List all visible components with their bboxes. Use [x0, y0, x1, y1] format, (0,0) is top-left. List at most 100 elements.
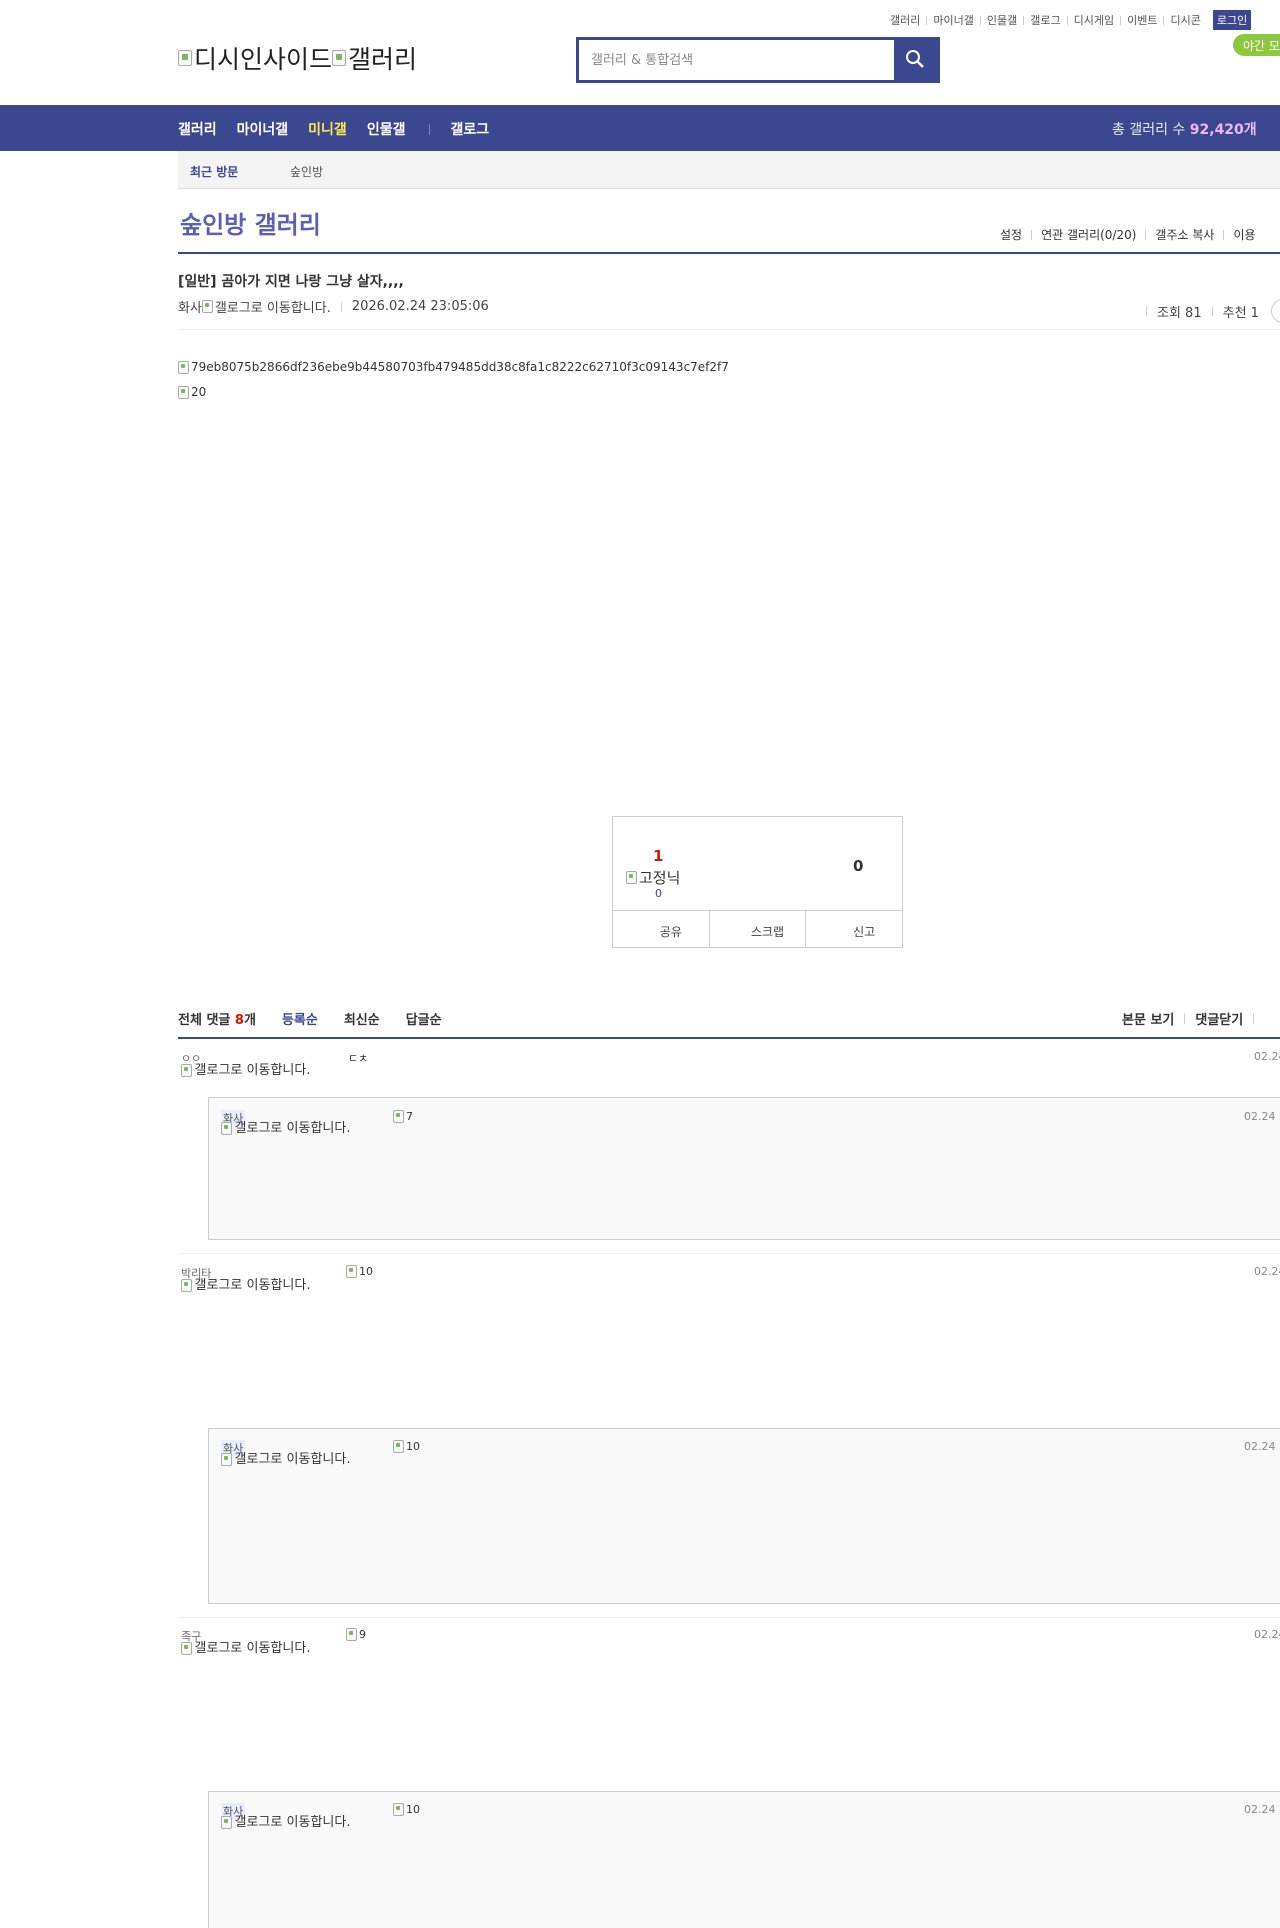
post-meta: 화사 갤로그로 이동합니다. 2026.02.24 23:05:06 — [178, 297, 489, 316]
comment-total-count: 8 — [234, 1013, 244, 1028]
divider — [926, 15, 928, 25]
comment-total-label: 전체 댓글 — [178, 1013, 235, 1028]
more-options-button[interactable] — [1270, 299, 1280, 323]
divider — [1163, 15, 1165, 25]
top-link-gallog[interactable]: 갤로그 — [1030, 12, 1060, 28]
usage-link[interactable]: 이용 — [1233, 226, 1255, 243]
nav-item-gallog[interactable]: 갤로그 — [450, 119, 489, 139]
reply-dccon: 10 — [393, 1440, 420, 1453]
comment-divider — [178, 1617, 1280, 1618]
post-image-alt: 79eb8075b2866df236ebe9b44580703fb479485d… — [191, 360, 729, 374]
recent-visit-bar: 최근 방문 숲인방 — [178, 151, 1280, 189]
view-body-button[interactable]: 본문 보기 — [1122, 1009, 1174, 1028]
search-box — [576, 37, 940, 83]
comment-dccon: 9 — [346, 1628, 366, 1641]
post-image-alt-2: 20 — [191, 385, 207, 399]
divider — [1211, 306, 1213, 316]
broken-image-icon — [346, 1265, 357, 1278]
reply-date: 02.24 2 — [1244, 1440, 1280, 1453]
comment-gallog-link[interactable]: 갤로그로 이동합니다. — [181, 1064, 311, 1077]
comment-dccon-alt: 10 — [359, 1265, 373, 1278]
recent-visit-item[interactable]: 숲인방 — [290, 163, 323, 180]
recommend-down-count[interactable]: 0 — [853, 857, 863, 875]
divider — [1223, 229, 1225, 240]
divider — [1145, 229, 1147, 240]
divider — [1253, 1013, 1255, 1024]
top-link-person[interactable]: 인물갤 — [987, 12, 1017, 28]
site-logo[interactable]: 디시인사이드 갤러리 — [178, 40, 417, 76]
reply-date: 02.24 2 — [1244, 1803, 1280, 1816]
comments-divider — [178, 1037, 1280, 1039]
copy-address-link[interactable]: 갤주소 복사 — [1155, 226, 1214, 243]
main-nav: 갤러리 마이너갤 미니갤 인물갤 갤로그 총 갤러리 수 92,420개 — [0, 105, 1280, 151]
top-utility-links: 갤러리 마이너갤 인물갤 갤로그 디시게임 이벤트 디시콘 로그인 — [890, 10, 1252, 30]
tab-sort-replies[interactable]: 답글순 — [406, 1009, 442, 1028]
reply-dccon: 7 — [393, 1110, 413, 1123]
comment-divider — [178, 1253, 1280, 1254]
top-link-minor[interactable]: 마이너갤 — [933, 12, 973, 28]
comment-total-suffix: 개 — [243, 1013, 256, 1028]
reply-dccon: 10 — [393, 1803, 420, 1816]
recommend-up-count[interactable]: 1 — [653, 847, 663, 865]
search-input[interactable] — [579, 40, 897, 80]
reply-gallog-link[interactable]: 갤로그로 이동합니다. — [221, 1816, 351, 1829]
reply-gallog-link[interactable]: 갤로그로 이동합니다. — [221, 1453, 351, 1466]
broken-image-icon — [178, 50, 192, 66]
top-link-gallery[interactable]: 갤러리 — [890, 12, 920, 28]
broken-image-icon — [221, 1453, 232, 1466]
tab-sort-registered[interactable]: 등록순 — [282, 1009, 318, 1028]
logo-alt-text-2: 갤러리 — [348, 45, 418, 74]
close-comments-button[interactable]: 댓글닫기 — [1195, 1009, 1243, 1028]
comments-header: 전체 댓글 8개 등록순 최신순 답글순 — [178, 1009, 442, 1028]
divider — [1031, 229, 1033, 240]
reply-dccon-alt: 10 — [406, 1803, 420, 1816]
nav-divider — [429, 123, 431, 135]
reply-gallog-link[interactable]: 갤로그로 이동합니다. — [221, 1122, 351, 1135]
login-button[interactable]: 로그인 — [1212, 10, 1252, 30]
report-button[interactable]: 신고 — [806, 911, 902, 947]
gallery-title[interactable]: 숲인방 갤러리 — [180, 205, 321, 240]
top-link-dccon[interactable]: 디시콘 — [1170, 12, 1200, 28]
search-icon — [906, 50, 924, 68]
post-image[interactable]: 79eb8075b2866df236ebe9b44580703fb479485d… — [178, 360, 729, 374]
settings-link[interactable]: 설정 — [1000, 226, 1022, 243]
gallog-link[interactable]: 갤로그로 이동합니다. — [215, 297, 331, 316]
total-gallery-count: 총 갤러리 수 92,420개 — [1112, 119, 1257, 139]
top-link-game[interactable]: 디시게임 — [1074, 12, 1114, 28]
top-link-event[interactable]: 이벤트 — [1127, 12, 1157, 28]
nav-item-minor[interactable]: 마이너갤 — [237, 119, 289, 139]
scrap-button[interactable]: 스크랩 — [710, 911, 807, 947]
gallery-tools: 설정 연관 갤러리(0/20) 갤주소 복사 이용 — [1000, 226, 1256, 243]
divider — [1184, 1013, 1186, 1024]
comment-gallog-text: 갤로그로 이동합니다. — [194, 1641, 311, 1656]
broken-image-icon — [201, 300, 213, 313]
comments-right-tools: 본문 보기 댓글닫기 — [1122, 1009, 1264, 1028]
reply-gallog-text: 갤로그로 이동합니다. — [234, 1121, 351, 1136]
total-label: 총 갤러리 수 — [1112, 122, 1190, 138]
comment-total: 전체 댓글 8개 — [178, 1009, 256, 1028]
reply-box — [208, 1097, 1280, 1240]
share-button[interactable]: 공유 — [613, 911, 710, 947]
night-mode-toggle[interactable]: 야간 모 — [1233, 34, 1280, 56]
post-image-2[interactable]: 20 — [178, 385, 206, 399]
comment-gallog-text: 갤로그로 이동합니다. — [194, 1063, 311, 1078]
related-gallery-link[interactable]: 연관 갤러리(0/20) — [1041, 226, 1136, 243]
post-author[interactable]: 화사 — [178, 297, 202, 316]
comment-gallog-link[interactable]: 갤로그로 이동합니다. — [181, 1279, 311, 1292]
comment-gallog-text: 갤로그로 이동합니다. — [194, 1278, 311, 1293]
search-button[interactable] — [894, 40, 937, 80]
nav-item-person[interactable]: 인물갤 — [367, 119, 406, 139]
post-actions: 공유 스크랩 신고 — [613, 910, 902, 947]
broken-image-icon — [393, 1110, 404, 1123]
total-value: 92,420개 — [1189, 122, 1257, 138]
divider — [979, 15, 981, 25]
recent-visit-label[interactable]: 최근 방문 — [190, 163, 238, 180]
comment-gallog-link[interactable]: 갤로그로 이동합니다. — [181, 1642, 311, 1655]
post-views: 조회 81 — [1157, 305, 1202, 321]
tab-sort-newest[interactable]: 최신순 — [344, 1009, 380, 1028]
fixed-nick-recommend[interactable]: 고정닉 — [626, 867, 680, 888]
nav-item-gallery[interactable]: 갤러리 — [178, 119, 217, 139]
divider — [1120, 15, 1122, 25]
broken-image-icon — [393, 1440, 404, 1453]
nav-item-mini[interactable]: 미니갤 — [308, 119, 347, 139]
